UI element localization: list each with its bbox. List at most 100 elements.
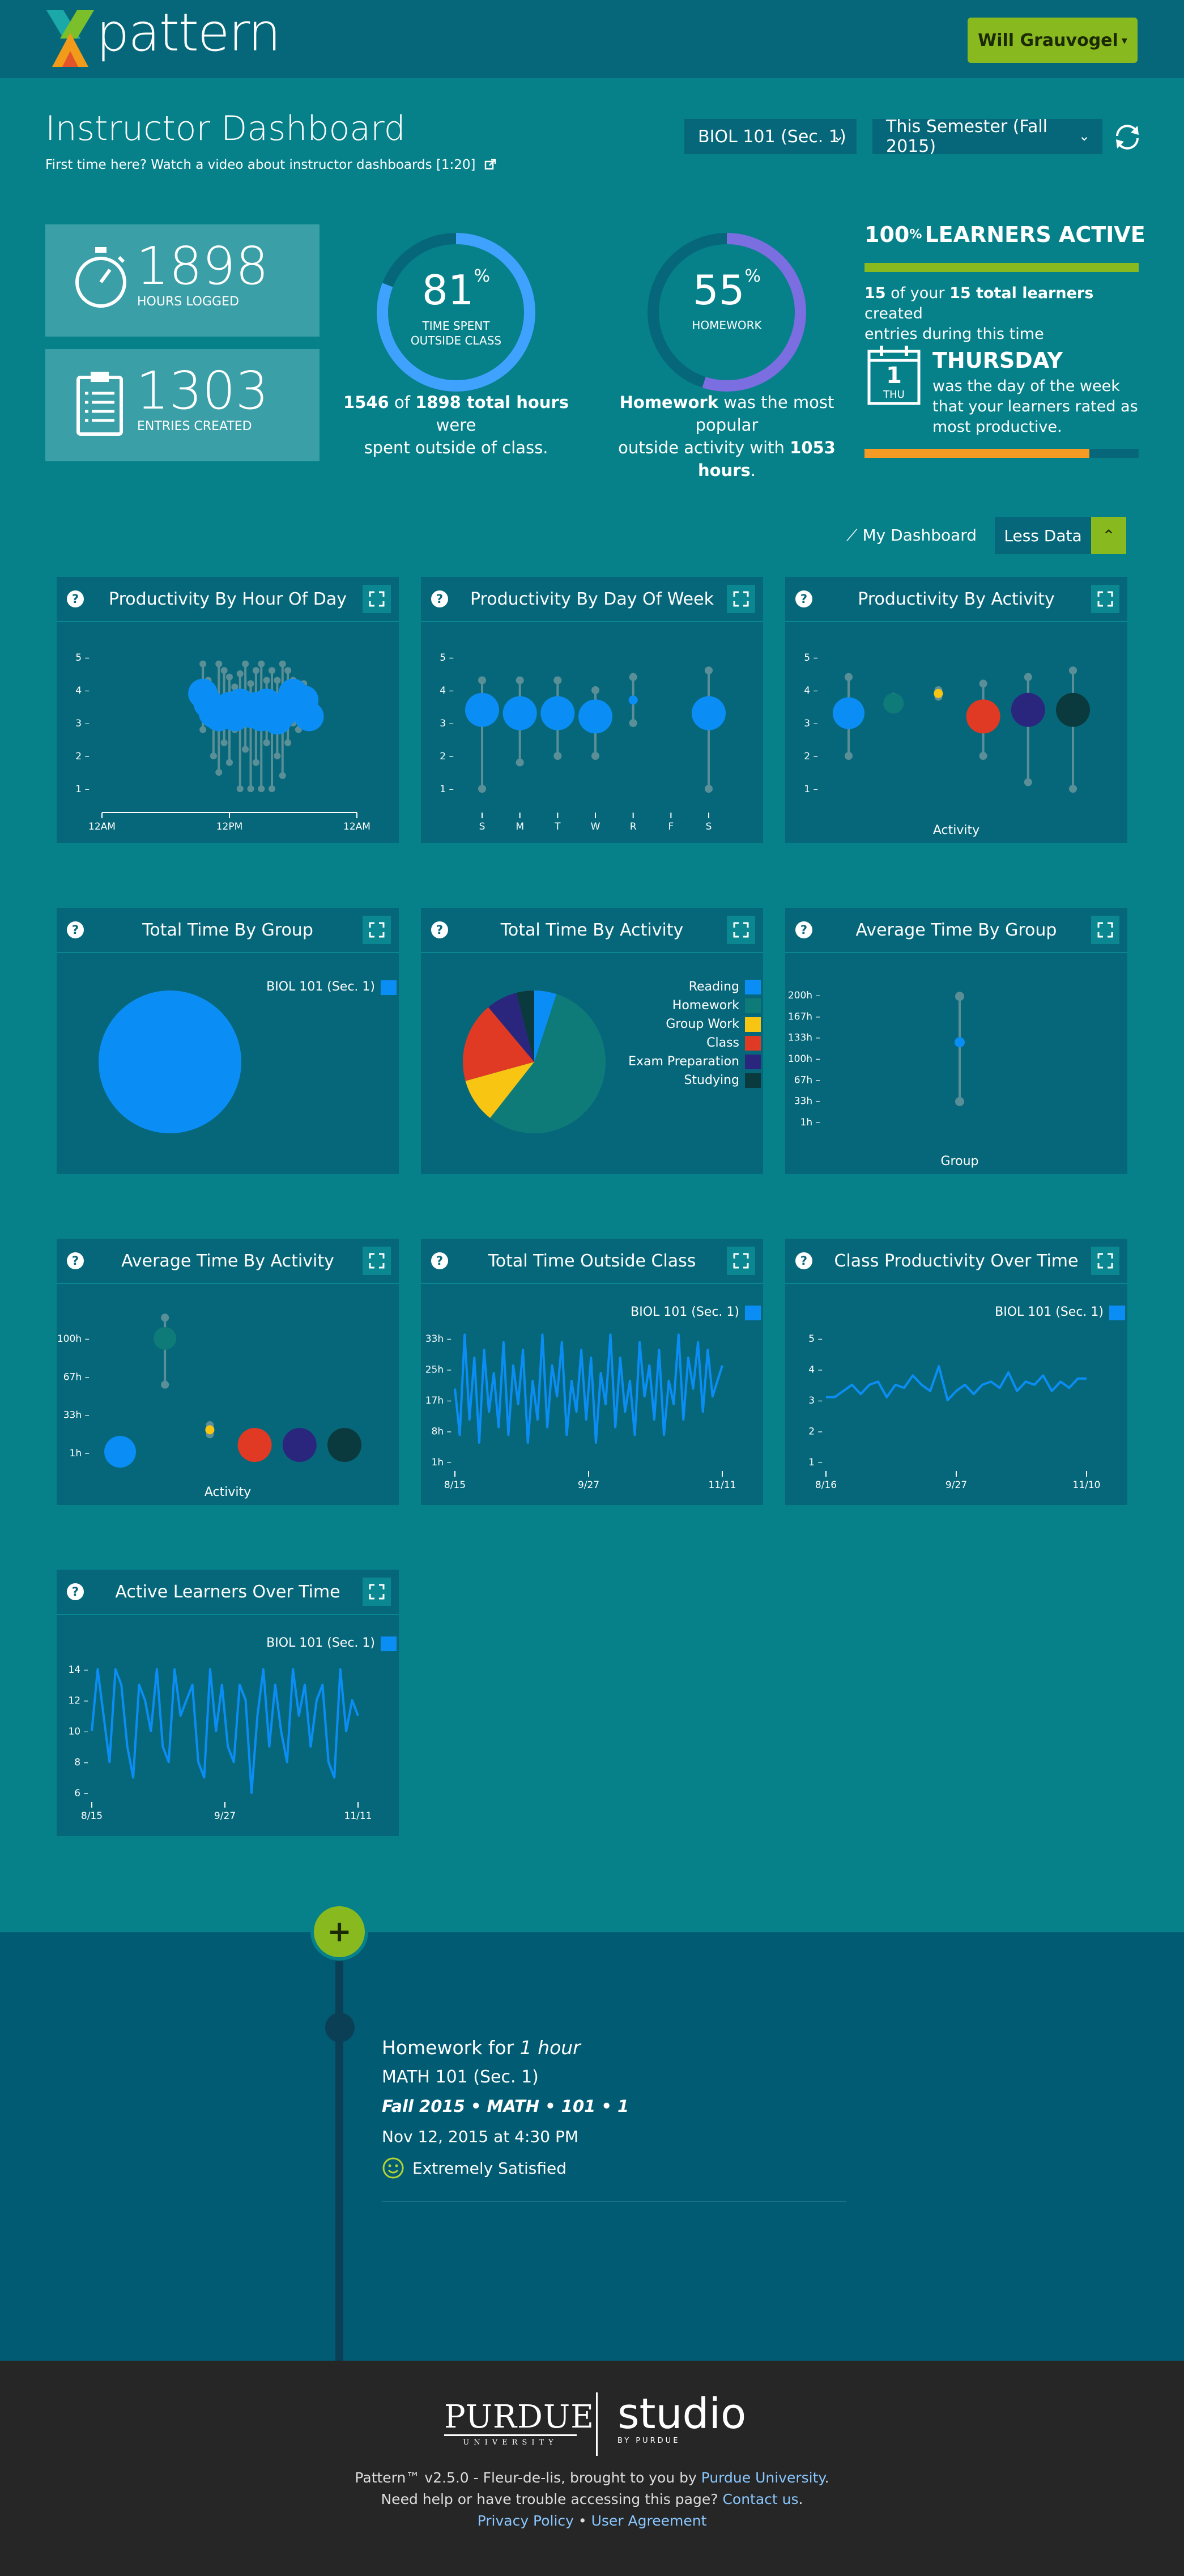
entry-tags: Fall 2015 • MATH • 101 • 1 [382,2097,629,2116]
privacy-link[interactable]: Privacy Policy [478,2513,574,2529]
range-cap [845,673,853,681]
expand-icon[interactable] [1091,916,1119,944]
pie-slice [99,991,241,1133]
expand-icon[interactable] [727,916,755,944]
help-icon[interactable]: ? [431,921,448,938]
x-tick-label: 8/15 [81,1810,103,1822]
range-cap [199,726,207,733]
my-dashboard-link[interactable]: ⟋ My Dashboard [846,526,977,545]
range-cap [629,673,637,681]
add-entry-button[interactable]: + [310,1903,368,1961]
legend-swatch [745,1073,761,1088]
my-dashboard-label: My Dashboard [862,526,977,545]
purdue-link[interactable]: Purdue University [701,2469,825,2486]
range-cap [284,739,292,746]
legend-swatch [381,980,397,995]
clipboard-icon [76,372,123,436]
range-cap [553,676,562,685]
data-point [294,702,324,732]
range-cap [1024,673,1032,681]
entry-date: Nov 12, 2015 at 4:30 PM [382,2127,578,2146]
collapse-button[interactable]: ⌃ [1091,517,1126,554]
legend-swatch [745,1055,761,1069]
less-data-button[interactable]: Less Data [995,517,1091,554]
expand-icon[interactable] [727,585,755,613]
user-menu-button[interactable]: Will Grauvogel ▾ [968,18,1138,63]
help-icon[interactable]: ? [67,1252,84,1269]
x-tick-label: M [516,821,524,832]
range-cap [215,769,223,776]
studio-logo[interactable]: studio BY PURDUE [617,2391,746,2445]
legend-label: BIOL 101 (Sec. 1) [631,1305,739,1319]
y-tick-label: 5 – [808,1333,823,1345]
legend-label: BIOL 101 (Sec. 1) [266,1636,375,1650]
y-tick-label: 4 – [440,685,454,696]
desc-total: 1898 total hours [415,393,569,412]
card-total-time-activity: ? Total Time By Activity Reading Homework G… [421,908,763,1174]
help-icon[interactable]: ? [795,1252,812,1269]
homework-desc: Homework was the most popular outside act… [594,391,860,482]
y-tick-label: 167h – [788,1011,820,1022]
footer-sep: • [573,2513,591,2529]
x-tick-label: S [479,821,485,832]
range-cap [705,666,713,675]
x-tick-label: 11/11 [709,1480,736,1491]
semester-select[interactable]: This Semester (Fall 2015) ⌄ [872,117,1102,156]
card-header: ? Total Time Outside Class [421,1239,763,1284]
data-point [955,1037,965,1048]
expand-icon[interactable] [363,585,391,613]
agreement-link[interactable]: User Agreement [591,2513,707,2529]
expand-icon[interactable] [363,1247,391,1275]
entry-title[interactable]: Homework for 1 hour [382,2037,581,2059]
card-total-time-outside: ? Total Time Outside Class 33h – 25h – 17h … [421,1239,763,1505]
expand-icon[interactable] [1091,1247,1119,1275]
card-title: Productivity By Hour Of Day [109,589,347,609]
help-icon[interactable]: ? [795,921,812,938]
help-icon[interactable]: ? [67,590,84,607]
range-cap [516,758,524,767]
x-tick-label: 11/10 [1073,1480,1101,1491]
help-icon[interactable]: ? [67,921,84,938]
y-tick-label: 3 – [808,1395,823,1406]
contact-link[interactable]: Contact us [722,2491,798,2507]
help-icon[interactable]: ? [795,590,812,607]
outside-class-desc: 1546 of 1898 total hours were spent outsi… [329,391,584,459]
logo-text[interactable]: pattern [96,2,281,63]
refresh-icon[interactable] [1111,119,1143,154]
outside-class-value: 81% [374,266,538,314]
range-cap [199,660,207,668]
help-icon[interactable]: ? [431,1252,448,1269]
expand-icon[interactable] [727,1247,755,1275]
chevron-up-icon: ⌃ [1102,526,1115,545]
x-tick-label: 12AM [88,821,116,832]
range-cap [279,772,286,779]
range-cap [591,752,599,760]
legend-label: Reading [689,980,739,994]
y-tick-label: 1h – [800,1117,821,1128]
pattern-logo-icon[interactable] [46,10,94,67]
learners-bar-fill [864,263,1139,272]
x-tick-label: 8/15 [444,1480,466,1491]
x-tick-label: 9/27 [578,1480,599,1491]
card-title: Class Productivity Over Time [834,1251,1079,1271]
help-icon[interactable]: ? [67,1583,84,1600]
footer [0,2361,1184,2576]
weekday-bar-track [864,449,1139,458]
y-tick-label: 2 – [808,1426,823,1438]
range-cap [247,680,254,687]
help-icon[interactable]: ? [431,590,448,607]
y-tick-label: 100h – [57,1333,90,1345]
expand-icon[interactable] [363,1578,391,1606]
course-select[interactable]: BIOL 101 (Sec. 1) ⌄ [684,119,857,154]
expand-icon[interactable] [363,916,391,944]
data-point [883,693,904,714]
purdue-logo[interactable]: PURDUE UNIVERSITY [444,2400,594,2447]
footer-line2: Need help or have trouble accessing this… [0,2491,1184,2507]
video-link[interactable]: First time here? Watch a video about ins… [45,158,497,172]
x-axis-label: Activity [205,1485,251,1499]
data-point [833,697,864,729]
atactivity-chart: 100h – 67h – 33h – 1h – Activity [57,1313,361,1499]
expand-icon[interactable] [1091,585,1119,613]
hours-logged-card: 1898 HOURS LOGGED [45,224,320,337]
y-tick-label: 4 – [808,1364,823,1376]
